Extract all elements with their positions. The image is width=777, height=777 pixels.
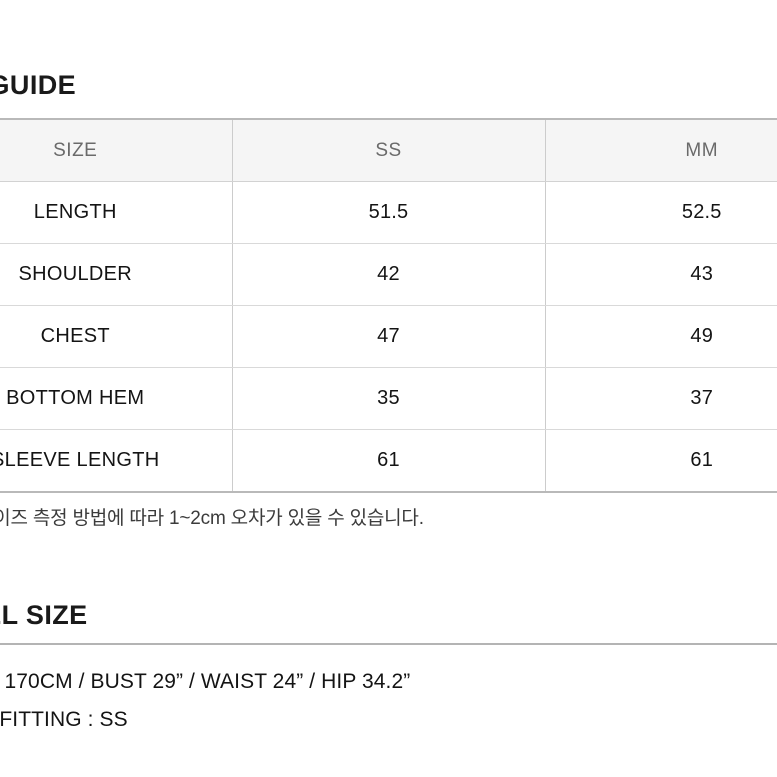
model-size-divider [0,643,777,645]
cell-sleeve-length-mm: 61 [545,429,777,492]
size-guide-title: SIZE GUIDE [0,70,77,100]
table-header: SIZE SS MM [0,119,777,182]
cell-shoulder-ss: 42 [232,243,546,306]
table-body: LENGTH 51.5 52.5 SHOULDER 42 43 CHEST 47… [0,181,777,492]
column-header-size: SIZE [0,119,233,182]
cell-length-ss: 51.5 [232,181,546,244]
row-label-shoulder: SHOULDER [0,243,233,306]
model-fitting: MODEL FITTING : SS [0,708,128,731]
table-row: SLEEVE LENGTH 61 61 [0,429,777,492]
row-label-chest: CHEST [0,305,233,368]
column-header-ss: SS [232,119,546,182]
size-tolerance-note: 소재나 사이즈 측정 방법에 따라 1~2cm 오차가 있을 수 있습니다. [0,508,424,529]
size-guide-page: SIZE GUIDE SIZE SS MM LENGTH 51.5 52.5 S… [0,0,777,777]
column-header-mm: MM [545,119,777,182]
table-row: SHOULDER 42 43 [0,243,777,306]
table-row: CHEST 47 49 [0,305,777,368]
cell-shoulder-mm: 43 [545,243,777,306]
cell-bottom-hem-ss: 35 [232,367,546,430]
row-label-sleeve-length: SLEEVE LENGTH [0,429,233,492]
model-measurements: HEIGHT 170CM / BUST 29” / WAIST 24” / HI… [0,670,411,693]
row-label-length: LENGTH [0,181,233,244]
cell-chest-ss: 47 [232,305,546,368]
cell-sleeve-length-ss: 61 [232,429,546,492]
size-guide-table: SIZE SS MM LENGTH 51.5 52.5 SHOULDER 42 … [0,118,777,493]
cell-chest-mm: 49 [545,305,777,368]
table-row: LENGTH 51.5 52.5 [0,181,777,244]
table-row: BOTTOM HEM 35 37 [0,367,777,430]
model-size-title: MODEL SIZE [0,600,88,630]
row-label-bottom-hem: BOTTOM HEM [0,367,233,430]
cell-length-mm: 52.5 [545,181,777,244]
table-header-row: SIZE SS MM [0,119,777,182]
cell-bottom-hem-mm: 37 [545,367,777,430]
